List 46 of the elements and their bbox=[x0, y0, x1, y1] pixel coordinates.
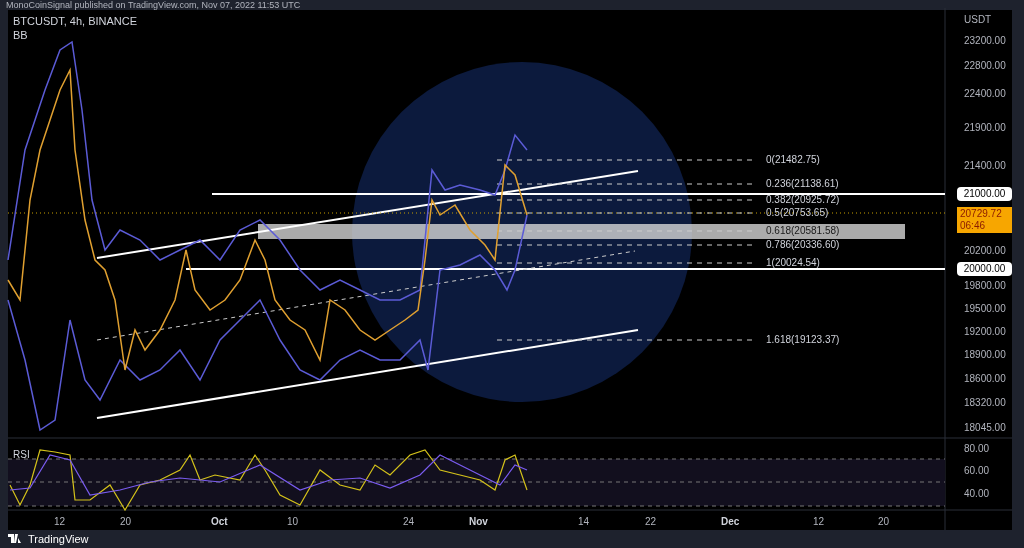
price-axis-label: 19200.00 bbox=[964, 326, 1006, 338]
time-axis-label: 20 bbox=[120, 516, 132, 528]
price-axis-label: 22400.00 bbox=[964, 88, 1006, 100]
bar-countdown: 06:46 bbox=[960, 220, 987, 232]
price-axis-label: 18600.00 bbox=[964, 373, 1006, 385]
level-price-tag: 21000.00 bbox=[957, 187, 1012, 201]
time-axis-label: 12 bbox=[813, 516, 825, 528]
price-axis-label: 21900.00 bbox=[964, 122, 1006, 134]
price-axis-label: 21400.00 bbox=[964, 160, 1006, 172]
time-axis-label: 14 bbox=[578, 516, 590, 528]
fibonacci-level-label: 1(20024.54) bbox=[766, 257, 820, 269]
fibonacci-level-label: 0.236(21138.61) bbox=[766, 178, 839, 190]
publish-caption: MonoCoinSignal published on TradingView.com, Nov 07, 2022 11:53 UTC bbox=[6, 0, 301, 10]
price-axis-label: 20200.00 bbox=[964, 245, 1006, 257]
price-axis-label: 18045.00 bbox=[964, 422, 1006, 434]
price-axis-label: 19800.00 bbox=[964, 280, 1006, 292]
time-axis-label: 24 bbox=[403, 516, 415, 528]
time-axis-label: 10 bbox=[287, 516, 299, 528]
rsi-axis-label: 80.00 bbox=[964, 443, 990, 455]
last-price-value: 20729.72 bbox=[960, 208, 1003, 220]
price-axis-label: 23200.00 bbox=[964, 35, 1006, 47]
rsi-label: RSI bbox=[13, 448, 30, 462]
time-axis-label: 20 bbox=[878, 516, 890, 528]
time-axis-label: 12 bbox=[54, 516, 66, 528]
symbol-legend: BTCUSDT, 4h, BINANCE bbox=[13, 14, 138, 28]
brand-name: TradingView bbox=[28, 533, 89, 545]
fibonacci-level-label: 0.618(20581.58) bbox=[766, 225, 840, 237]
fibonacci-level-label: 0.5(20753.65) bbox=[766, 207, 829, 219]
time-axis-label: Oct bbox=[211, 516, 228, 528]
price-axis-label: 22800.00 bbox=[964, 60, 1006, 72]
fibonacci-level-label: 0.382(20925.72) bbox=[766, 194, 840, 206]
rsi-axis-label: 40.00 bbox=[964, 488, 990, 500]
time-axis-label: Dec bbox=[721, 516, 740, 528]
time-axis-label: Nov bbox=[469, 516, 488, 528]
currency-label: USDT bbox=[964, 13, 992, 27]
price-axis-label: 18900.00 bbox=[964, 349, 1006, 361]
logo-icon bbox=[8, 534, 24, 544]
time-axis-label: 22 bbox=[645, 516, 657, 528]
fibonacci-level-label: 1.618(19123.37) bbox=[766, 334, 840, 346]
fibonacci-level-label: 0.786(20336.60) bbox=[766, 239, 840, 251]
price-axis-label: 19500.00 bbox=[964, 303, 1006, 315]
level-price-tag: 20000.00 bbox=[957, 262, 1012, 276]
indicator-legend: BB bbox=[13, 28, 138, 42]
rsi-axis-label: 60.00 bbox=[964, 465, 990, 477]
fibonacci-level-label: 0(21482.75) bbox=[766, 154, 820, 166]
price-axis-label: 18320.00 bbox=[964, 397, 1006, 409]
